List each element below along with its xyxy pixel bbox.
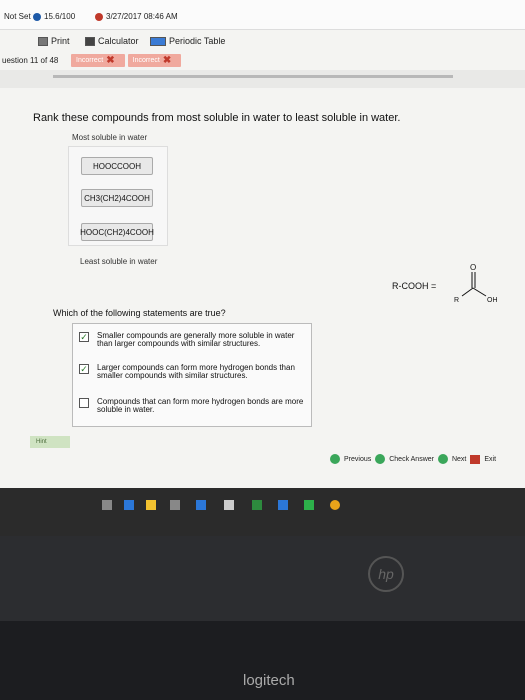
question-number: uestion 11 of 48	[2, 55, 59, 65]
question-prompt: Rank these compounds from most soluble i…	[33, 112, 401, 124]
hint-button[interactable]: Hint	[30, 436, 70, 448]
carboxylic-acid-structure: O R OH	[454, 263, 498, 304]
calculator-button[interactable]: Calculator	[85, 36, 139, 46]
compound-tile[interactable]: CH3(CH2)4COOH	[81, 189, 153, 207]
most-soluble-label: Most soluble in water	[72, 133, 148, 142]
check-answer-button[interactable]: Check Answer	[389, 456, 434, 463]
statements-prompt: Which of the following statements are tr…	[53, 308, 226, 318]
question-controls: Previous Check Answer Next Exit	[330, 454, 496, 464]
store-icon[interactable]	[170, 500, 180, 510]
toolbar: Print Calculator Periodic Table	[0, 30, 525, 50]
clock-icon	[95, 12, 103, 21]
next-icon	[437, 454, 448, 464]
amazon-icon[interactable]	[224, 500, 234, 510]
spreadsheet-icon[interactable]	[252, 500, 262, 510]
previous-icon	[330, 454, 340, 464]
hydroxyl-label: OH	[487, 297, 498, 304]
r-bond	[461, 287, 474, 297]
edge-icon[interactable]	[124, 500, 134, 510]
status-bar: Not Set 15.6/100 3/27/2017 08:46 AM	[0, 0, 525, 30]
previous-button[interactable]: Previous	[344, 456, 371, 463]
browser-screen: Not Set 15.6/100 3/27/2017 08:46 AM Prin…	[0, 0, 525, 488]
due-date-value: 3/27/2017 08:46 AM	[106, 12, 178, 21]
calculator-label: Calculator	[98, 36, 139, 46]
statement-text: Larger compounds can form more hydrogen …	[97, 363, 295, 380]
attempt-label: Incorrect	[132, 56, 160, 64]
question-nav: uestion 11 of 48 Incorrect ✖ Incorrect ✖	[0, 52, 525, 68]
least-soluble-label: Least soluble in water	[80, 257, 158, 266]
tab-strip	[0, 70, 525, 88]
checkbox-checked[interactable]: ✓	[79, 332, 89, 342]
folder-icon[interactable]	[146, 500, 156, 510]
taskbar	[0, 488, 525, 536]
compound-tile[interactable]: HOOCCOOH	[81, 157, 153, 175]
periodic-table-button[interactable]: Periodic Table	[150, 36, 225, 46]
x-mark-icon: ✖	[162, 54, 172, 66]
check-icon	[375, 454, 386, 464]
logitech-logo: logitech	[243, 672, 295, 689]
attempt-badge-1[interactable]: Incorrect ✖	[71, 53, 125, 67]
x-mark-icon: ✖	[106, 54, 115, 66]
monitor-bezel: hp	[0, 536, 525, 621]
attempt-badge-2[interactable]: Incorrect ✖	[127, 53, 182, 67]
score: 15.6/100	[33, 12, 75, 21]
not-set-label: Not Set	[4, 12, 31, 21]
calculator-icon	[85, 36, 95, 46]
compound-tile[interactable]: HOOC(CH2)4COOH	[80, 223, 154, 241]
statement-text: Compounds that can form more hydrogen bo…	[97, 397, 304, 414]
hint-label: Hint	[36, 439, 47, 445]
exit-icon	[470, 454, 481, 464]
dropbox-icon[interactable]	[196, 500, 206, 510]
statement-text: Smaller compounds are generally more sol…	[97, 331, 295, 348]
checkbox-checked[interactable]: ✓	[79, 364, 89, 374]
statement-item[interactable]: Compounds that can form more hydrogen bo…	[79, 398, 311, 414]
score-value: 15.6/100	[44, 12, 76, 21]
taskbar-app-icon[interactable]	[102, 500, 112, 510]
exit-button[interactable]: Exit	[484, 456, 496, 463]
periodic-table-label: Periodic Table	[169, 36, 226, 46]
attempt-label: Incorrect	[76, 56, 104, 64]
tripadvisor-icon[interactable]	[304, 500, 314, 510]
periodic-table-icon	[150, 36, 166, 46]
app-icon[interactable]	[278, 500, 288, 510]
next-button[interactable]: Next	[452, 456, 466, 463]
rcooh-label: R-COOH =	[392, 281, 437, 291]
statement-item[interactable]: ✓ Smaller compounds are generally more s…	[79, 332, 311, 348]
hp-logo: hp	[368, 556, 404, 592]
ranking-panel: HOOCCOOH CH3(CH2)4COOH HOOC(CH2)4COOH	[68, 146, 168, 246]
divider	[53, 75, 453, 78]
keyboard: logitech	[0, 621, 525, 700]
printer-icon	[38, 36, 48, 46]
chrome-icon[interactable]	[330, 500, 340, 510]
print-button[interactable]: Print	[38, 36, 70, 46]
oh-bond	[472, 287, 487, 297]
checkbox-unchecked[interactable]	[79, 398, 89, 408]
statements-box: ✓ Smaller compounds are generally more s…	[72, 323, 312, 427]
due-date: 3/27/2017 08:46 AM	[95, 12, 178, 21]
statement-item[interactable]: ✓ Larger compounds can form more hydroge…	[79, 364, 311, 380]
oxygen-label: O	[470, 263, 476, 272]
score-icon	[33, 12, 41, 21]
r-group-label: R	[454, 297, 459, 304]
print-label: Print	[51, 36, 70, 46]
